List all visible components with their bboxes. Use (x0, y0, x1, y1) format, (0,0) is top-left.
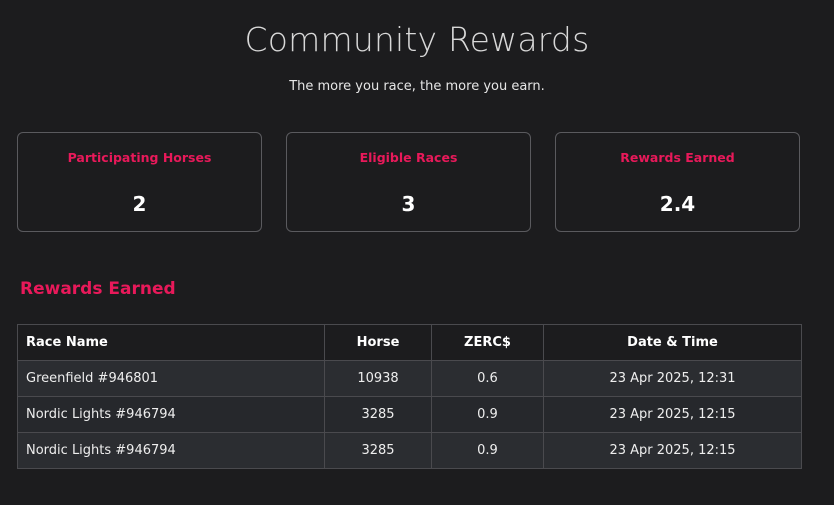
table-row[interactable]: Nordic Lights #946794 3285 0.9 23 Apr 20… (17, 396, 802, 433)
horse-cell: 3285 (324, 396, 432, 433)
column-header-zercs[interactable]: ZERC$ (431, 324, 544, 361)
column-header-date-time[interactable]: Date & Time (543, 324, 802, 361)
page-title: Community Rewards (244, 20, 590, 59)
zercs-cell: 0.9 (431, 396, 544, 433)
zercs-cell: 0.6 (431, 360, 544, 397)
race-name-cell: Nordic Lights #946794 (17, 432, 325, 469)
community-rewards-page: Community Rewards The more you race, the… (0, 0, 834, 505)
stat-value: 2.4 (659, 192, 696, 216)
stat-card-rewards-earned: Rewards Earned 2.4 (555, 132, 800, 232)
table-row[interactable]: Greenfield #946801 10938 0.6 23 Apr 2025… (17, 360, 802, 397)
column-header-horse[interactable]: Horse (324, 324, 432, 361)
race-name-cell: Greenfield #946801 (17, 360, 325, 397)
date-time-cell: 23 Apr 2025, 12:31 (543, 360, 802, 397)
rewards-section-title: Rewards Earned (20, 279, 176, 299)
race-name-cell: Nordic Lights #946794 (17, 396, 325, 433)
table-row[interactable]: Nordic Lights #946794 3285 0.9 23 Apr 20… (17, 432, 802, 469)
zercs-cell: 0.9 (431, 432, 544, 469)
stat-value: 3 (401, 192, 416, 216)
stat-label: Participating Horses (67, 150, 212, 165)
stat-card-participating-horses: Participating Horses 2 (17, 132, 262, 232)
stat-value: 2 (132, 192, 147, 216)
column-header-race-name[interactable]: Race Name (17, 324, 325, 361)
page-subtitle: The more you race, the more you earn. (289, 79, 545, 94)
rewards-table: Race Name Horse ZERC$ Date & Time Greenf… (17, 324, 802, 469)
date-time-cell: 23 Apr 2025, 12:15 (543, 396, 802, 433)
stat-card-eligible-races: Eligible Races 3 (286, 132, 531, 232)
stat-label: Rewards Earned (620, 150, 735, 165)
date-time-cell: 23 Apr 2025, 12:15 (543, 432, 802, 469)
stat-label: Eligible Races (359, 150, 458, 165)
table-header-row: Race Name Horse ZERC$ Date & Time (17, 324, 802, 361)
horse-cell: 3285 (324, 432, 432, 469)
horse-cell: 10938 (324, 360, 432, 397)
